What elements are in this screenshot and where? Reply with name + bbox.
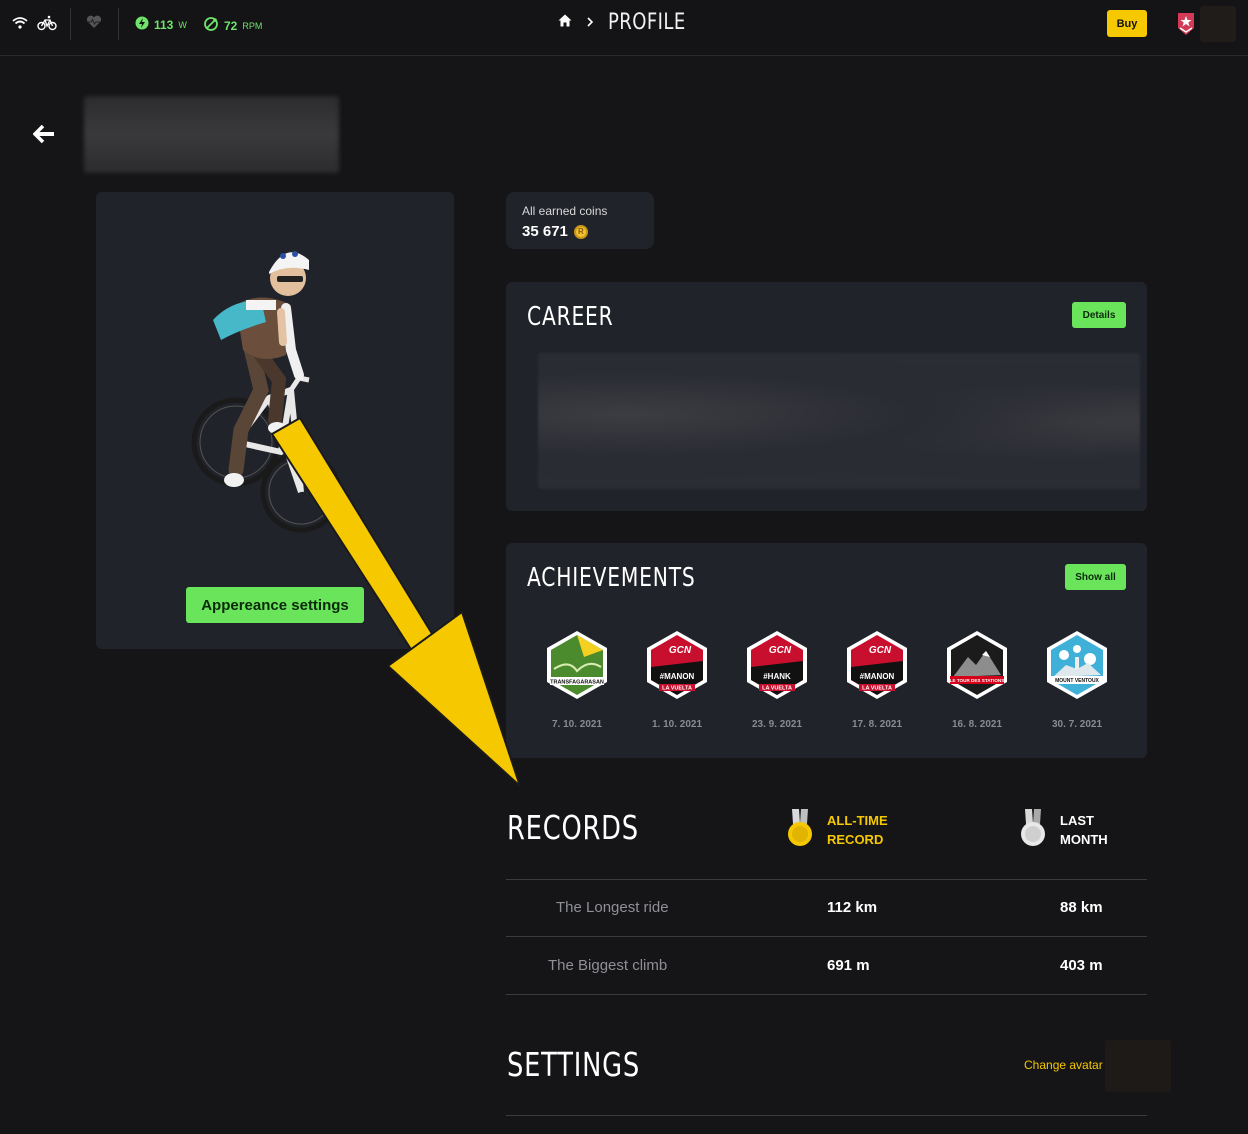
achievement-badge[interactable]: TRANSFAGARASAN 7. 10. 2021 bbox=[542, 629, 612, 730]
badge-text: LE TOUR DES STATIONS bbox=[950, 678, 1005, 683]
alltime-record-label: ALL-TIME RECORD bbox=[827, 811, 888, 849]
record-lastmonth-longest-ride: 88 km bbox=[1060, 899, 1103, 916]
change-avatar-link[interactable]: Change avatar bbox=[1024, 1058, 1103, 1072]
svg-text:GCN: GCN bbox=[769, 645, 792, 656]
home-icon[interactable] bbox=[558, 14, 572, 32]
cadence-unit: RPM bbox=[242, 20, 263, 31]
power-unit: W bbox=[178, 19, 187, 30]
chevron-right-icon bbox=[586, 14, 594, 32]
records-title: RECORDS bbox=[507, 808, 639, 847]
record-lastmonth-biggest-climb: 403 m bbox=[1060, 957, 1103, 974]
achievement-badge[interactable]: LE TOUR DES STATIONS 16. 8. 2021 bbox=[942, 629, 1012, 730]
svg-text:LA VUELTA: LA VUELTA bbox=[862, 686, 892, 692]
badge-text: #MANON bbox=[660, 672, 695, 681]
record-alltime-longest-ride: 112 km bbox=[827, 899, 878, 916]
badge-text: TRANSFAGARASAN bbox=[550, 680, 604, 686]
details-button[interactable]: Details bbox=[1072, 302, 1126, 328]
badge-text: #MANON bbox=[860, 672, 895, 681]
badge-date: 23. 9. 2021 bbox=[751, 719, 803, 730]
user-avatar[interactable] bbox=[1200, 6, 1236, 42]
back-arrow-icon[interactable] bbox=[32, 124, 55, 149]
power-icon bbox=[135, 16, 149, 33]
divider bbox=[506, 879, 1147, 880]
svg-text:LA VUELTA: LA VUELTA bbox=[662, 686, 692, 692]
badge-date: 1. 10. 2021 bbox=[651, 719, 703, 730]
coins-value-row: 35 671 R bbox=[522, 223, 588, 240]
svg-text:GCN: GCN bbox=[869, 645, 892, 656]
rider-card: Appereance settings bbox=[96, 192, 454, 649]
coin-icon: R bbox=[573, 224, 588, 239]
mount-ventoux-badge-icon: MOUNT VENTOUX bbox=[1047, 631, 1107, 699]
divider bbox=[506, 936, 1147, 937]
breadcrumb: PROFILE bbox=[558, 10, 703, 35]
coins-value: 35 671 bbox=[522, 223, 568, 240]
gcn-badge-icon: GCN #MANON LA VUELTA bbox=[647, 631, 707, 699]
profile-name-redacted bbox=[84, 96, 339, 173]
achievements-title: ACHIEVEMENTS bbox=[527, 563, 696, 593]
achievement-badge[interactable]: MOUNT VENTOUX 30. 7. 2021 bbox=[1042, 629, 1112, 730]
heart-icon bbox=[86, 15, 102, 34]
lastmonth-label-line2: MONTH bbox=[1060, 832, 1108, 847]
rider-image bbox=[191, 251, 342, 533]
badge-date: 17. 8. 2021 bbox=[851, 719, 903, 730]
gold-medal-icon bbox=[787, 808, 813, 853]
power-metric: 113 W bbox=[135, 16, 187, 33]
achievement-badge[interactable]: GCN #HANK LA VUELTA 23. 9. 2021 bbox=[742, 629, 812, 730]
cadence-icon bbox=[203, 16, 219, 35]
achievement-badge[interactable]: GCN #MANON LA VUELTA 1. 10. 2021 bbox=[642, 629, 712, 730]
lastmonth-label-line1: LAST bbox=[1060, 813, 1094, 828]
coins-label: All earned coins bbox=[522, 204, 608, 218]
tour-des-stations-badge-icon: LE TOUR DES STATIONS bbox=[947, 631, 1007, 699]
alltime-label-line2: RECORD bbox=[827, 832, 884, 847]
rank-badge-icon[interactable] bbox=[1176, 12, 1196, 41]
top-bar: 113 W 72 RPM PROFILE Buy bbox=[0, 0, 1248, 56]
svg-text:GCN: GCN bbox=[669, 645, 692, 656]
badge-text: #HANK bbox=[763, 672, 791, 681]
achievement-badge[interactable]: GCN #MANON LA VUELTA 17. 8. 2021 bbox=[842, 629, 912, 730]
badge-text: MOUNT VENTOUX bbox=[1055, 678, 1099, 684]
divider bbox=[506, 1115, 1147, 1116]
cadence-metric: 72 RPM bbox=[203, 16, 262, 35]
settings-title: SETTINGS bbox=[507, 1045, 640, 1084]
record-label-biggest-climb: The Biggest climb bbox=[548, 957, 668, 974]
appearance-settings-button[interactable]: Appereance settings bbox=[186, 587, 364, 623]
buy-button[interactable]: Buy bbox=[1107, 10, 1147, 37]
gcn-badge-icon: GCN #HANK LA VUELTA bbox=[747, 631, 807, 699]
career-card: CAREER Details bbox=[506, 282, 1147, 511]
coins-card: All earned coins 35 671 R bbox=[506, 192, 654, 249]
achievements-card: ACHIEVEMENTS Show all TRANSFAGARASAN 7. … bbox=[506, 543, 1147, 758]
badge-date: 7. 10. 2021 bbox=[551, 719, 603, 730]
badge-date: 30. 7. 2021 bbox=[1051, 719, 1103, 730]
show-all-button[interactable]: Show all bbox=[1065, 564, 1126, 590]
career-title: CAREER bbox=[527, 302, 614, 332]
divider bbox=[70, 8, 71, 40]
transfagarasan-badge-icon: TRANSFAGARASAN bbox=[547, 631, 607, 699]
wifi-icon bbox=[12, 15, 28, 36]
record-alltime-biggest-climb: 691 m bbox=[827, 957, 870, 974]
record-label-longest-ride: The Longest ride bbox=[556, 899, 669, 916]
power-value: 113 bbox=[154, 17, 174, 32]
gcn-badge-icon: GCN #MANON LA VUELTA bbox=[847, 631, 907, 699]
silver-medal-icon bbox=[1020, 808, 1046, 853]
divider bbox=[506, 994, 1147, 995]
career-content-redacted bbox=[538, 353, 1140, 489]
page-title: PROFILE bbox=[608, 10, 686, 35]
bike-icon bbox=[37, 15, 57, 36]
divider bbox=[118, 8, 119, 40]
alltime-label-line1: ALL-TIME bbox=[827, 813, 888, 828]
avatar-preview[interactable] bbox=[1105, 1040, 1171, 1092]
cadence-value: 72 bbox=[224, 18, 238, 33]
svg-text:LA VUELTA: LA VUELTA bbox=[762, 686, 792, 692]
badge-date: 16. 8. 2021 bbox=[951, 719, 1003, 730]
last-month-label: LAST MONTH bbox=[1060, 811, 1108, 849]
